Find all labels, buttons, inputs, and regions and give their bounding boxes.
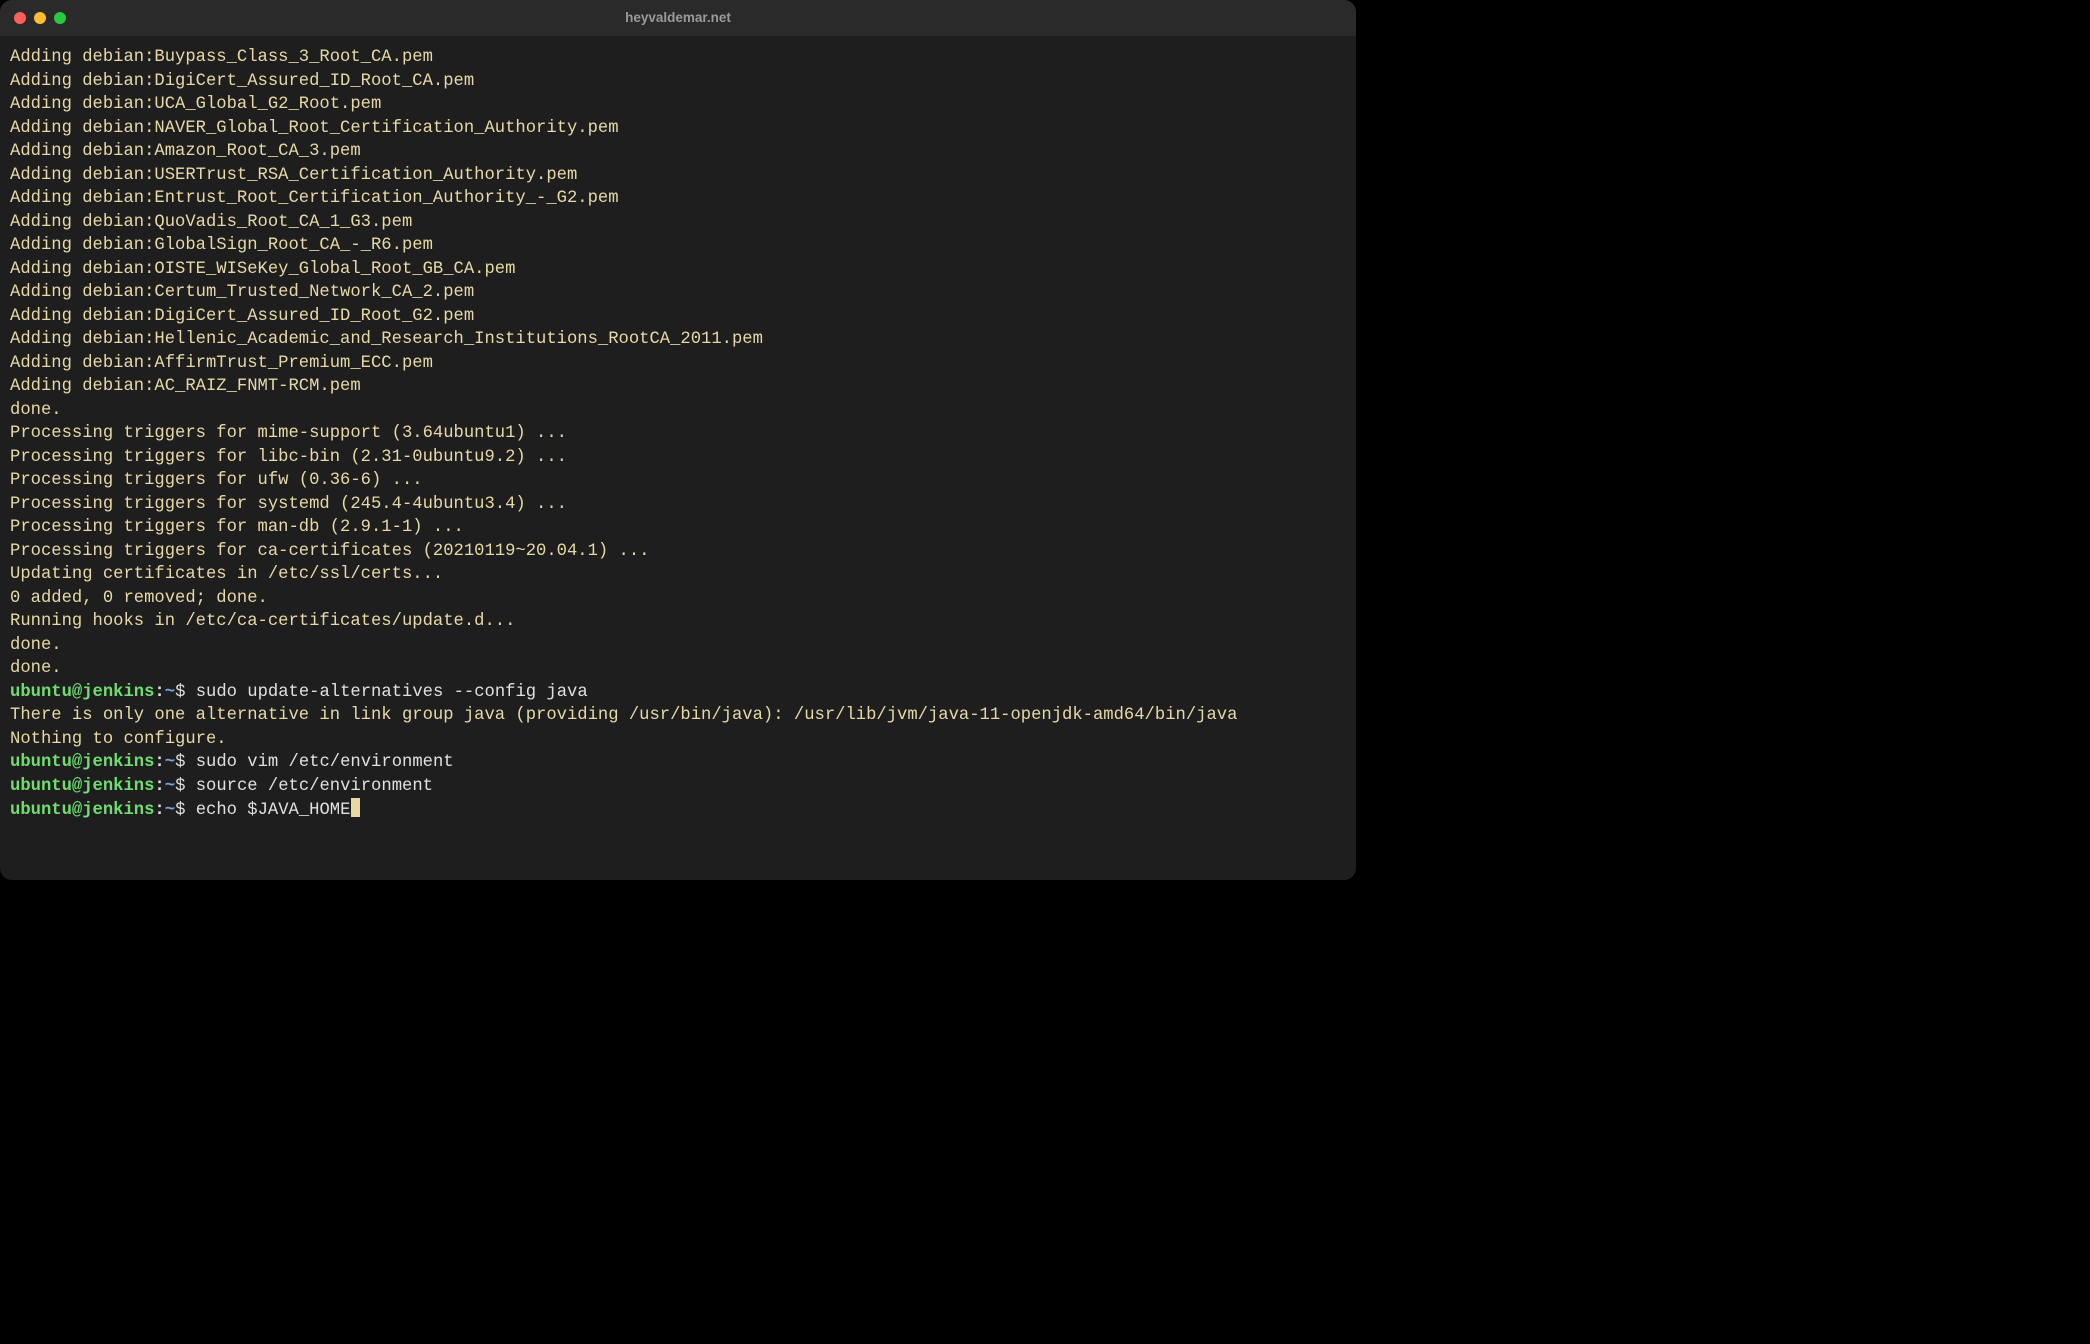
output-line: Processing triggers for mime-support (3.… <box>10 422 1346 446</box>
output-text: Adding debian:OISTE_WISeKey_Global_Root_… <box>10 260 515 279</box>
prompt-symbol: $ <box>175 801 185 820</box>
output-line: Adding debian:UCA_Global_G2_Root.pem <box>10 93 1346 117</box>
output-text: Adding debian:Amazon_Root_CA_3.pem <box>10 142 361 161</box>
output-text: Adding debian:Buypass_Class_3_Root_CA.pe… <box>10 48 433 67</box>
output-line: Adding debian:Buypass_Class_3_Root_CA.pe… <box>10 46 1346 70</box>
prompt-user-host: ubuntu@jenkins <box>10 777 154 796</box>
output-text: Adding debian:DigiCert_Assured_ID_Root_C… <box>10 72 474 91</box>
output-line: done. <box>10 399 1346 423</box>
prompt-symbol: $ <box>175 753 185 772</box>
output-line: Adding debian:USERTrust_RSA_Certificatio… <box>10 164 1346 188</box>
output-line: There is only one alternative in link gr… <box>10 704 1346 728</box>
output-text: Adding debian:NAVER_Global_Root_Certific… <box>10 119 619 138</box>
output-line: Adding debian:Certum_Trusted_Network_CA_… <box>10 281 1346 305</box>
output-line: Updating certificates in /etc/ssl/certs.… <box>10 563 1346 587</box>
prompt-separator: : <box>154 777 164 796</box>
command-text: sudo update-alternatives --config java <box>196 683 588 702</box>
output-line: Nothing to configure. <box>10 728 1346 752</box>
output-text: Adding debian:AffirmTrust_Premium_ECC.pe… <box>10 354 433 373</box>
prompt-line: ubuntu@jenkins:~$ sudo update-alternativ… <box>10 681 1346 705</box>
cursor-icon <box>351 798 360 817</box>
prompt-user-host: ubuntu@jenkins <box>10 801 154 820</box>
output-line: Processing triggers for man-db (2.9.1-1)… <box>10 516 1346 540</box>
prompt-separator: : <box>154 801 164 820</box>
output-line: Adding debian:Amazon_Root_CA_3.pem <box>10 140 1346 164</box>
output-line: Processing triggers for systemd (245.4-4… <box>10 493 1346 517</box>
output-line: Adding debian:NAVER_Global_Root_Certific… <box>10 117 1346 141</box>
output-text: Adding debian:QuoVadis_Root_CA_1_G3.pem <box>10 213 412 232</box>
output-line: Adding debian:DigiCert_Assured_ID_Root_G… <box>10 305 1346 329</box>
prompt-symbol: $ <box>175 777 185 796</box>
output-text: done. <box>10 659 62 678</box>
prompt-path: ~ <box>165 753 175 772</box>
output-text: Processing triggers for mime-support (3.… <box>10 424 567 443</box>
command-text: sudo vim /etc/environment <box>196 753 454 772</box>
prompt-separator: : <box>154 683 164 702</box>
output-line: done. <box>10 657 1346 681</box>
output-text: done. <box>10 401 62 420</box>
output-line: Adding debian:DigiCert_Assured_ID_Root_C… <box>10 70 1346 94</box>
output-text: Processing triggers for systemd (245.4-4… <box>10 495 567 514</box>
window-title: heyvaldemar.net <box>0 6 1356 30</box>
prompt-line: ubuntu@jenkins:~$ source /etc/environmen… <box>10 775 1346 799</box>
command-text: echo $JAVA_HOME <box>196 801 351 820</box>
output-text: done. <box>10 636 62 655</box>
titlebar: heyvaldemar.net <box>0 0 1356 36</box>
output-line: Adding debian:AffirmTrust_Premium_ECC.pe… <box>10 352 1346 376</box>
zoom-icon[interactable] <box>54 12 66 24</box>
terminal-window: heyvaldemar.net Adding debian:Buypass_Cl… <box>0 0 1356 880</box>
output-text: Adding debian:Certum_Trusted_Network_CA_… <box>10 283 474 302</box>
close-icon[interactable] <box>14 12 26 24</box>
output-line: Adding debian:GlobalSign_Root_CA_-_R6.pe… <box>10 234 1346 258</box>
output-text: Processing triggers for ca-certificates … <box>10 542 649 561</box>
prompt-path: ~ <box>165 801 175 820</box>
output-text: Processing triggers for ufw (0.36-6) ... <box>10 471 423 490</box>
output-line: 0 added, 0 removed; done. <box>10 587 1346 611</box>
prompt-path: ~ <box>165 683 175 702</box>
output-line: Processing triggers for libc-bin (2.31-0… <box>10 446 1346 470</box>
prompt-user-host: ubuntu@jenkins <box>10 753 154 772</box>
output-text: Running hooks in /etc/ca-certificates/up… <box>10 612 515 631</box>
prompt-separator: : <box>154 753 164 772</box>
output-text: There is only one alternative in link gr… <box>10 706 1237 725</box>
output-line: Adding debian:QuoVadis_Root_CA_1_G3.pem <box>10 211 1346 235</box>
output-text: 0 added, 0 removed; done. <box>10 589 268 608</box>
output-text: Adding debian:Hellenic_Academic_and_Rese… <box>10 330 763 349</box>
command-text: source /etc/environment <box>196 777 433 796</box>
output-text: Adding debian:DigiCert_Assured_ID_Root_G… <box>10 307 474 326</box>
output-line: Running hooks in /etc/ca-certificates/up… <box>10 610 1346 634</box>
output-text: Adding debian:AC_RAIZ_FNMT-RCM.pem <box>10 377 361 396</box>
output-line: Processing triggers for ca-certificates … <box>10 540 1346 564</box>
minimize-icon[interactable] <box>34 12 46 24</box>
traffic-lights <box>14 12 66 24</box>
output-line: Adding debian:Hellenic_Academic_and_Rese… <box>10 328 1346 352</box>
output-line: Adding debian:AC_RAIZ_FNMT-RCM.pem <box>10 375 1346 399</box>
terminal-output[interactable]: Adding debian:Buypass_Class_3_Root_CA.pe… <box>0 36 1356 831</box>
prompt-symbol: $ <box>175 683 185 702</box>
prompt-line: ubuntu@jenkins:~$ echo $JAVA_HOME <box>10 798 1346 823</box>
output-line: Processing triggers for ufw (0.36-6) ... <box>10 469 1346 493</box>
output-line: done. <box>10 634 1346 658</box>
output-text: Processing triggers for man-db (2.9.1-1)… <box>10 518 464 537</box>
output-text: Adding debian:UCA_Global_G2_Root.pem <box>10 95 381 114</box>
output-line: Adding debian:OISTE_WISeKey_Global_Root_… <box>10 258 1346 282</box>
output-text: Adding debian:USERTrust_RSA_Certificatio… <box>10 166 577 185</box>
output-line: Adding debian:Entrust_Root_Certification… <box>10 187 1346 211</box>
output-text: Updating certificates in /etc/ssl/certs.… <box>10 565 443 584</box>
output-text: Adding debian:Entrust_Root_Certification… <box>10 189 619 208</box>
output-text: Adding debian:GlobalSign_Root_CA_-_R6.pe… <box>10 236 433 255</box>
prompt-user-host: ubuntu@jenkins <box>10 683 154 702</box>
output-text: Processing triggers for libc-bin (2.31-0… <box>10 448 567 467</box>
output-text: Nothing to configure. <box>10 730 227 749</box>
prompt-path: ~ <box>165 777 175 796</box>
prompt-line: ubuntu@jenkins:~$ sudo vim /etc/environm… <box>10 751 1346 775</box>
